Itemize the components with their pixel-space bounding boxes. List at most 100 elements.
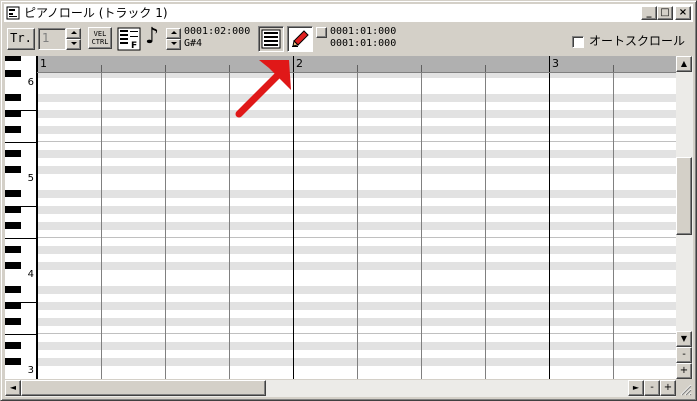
svg-text:F: F <box>131 41 137 51</box>
spin-up-icon <box>70 31 77 34</box>
auto-scroll-checkbox[interactable] <box>572 36 584 48</box>
measure-line <box>549 73 550 379</box>
vel-label: VEL <box>93 30 107 38</box>
ruler-measure-tick <box>549 56 550 72</box>
scroll-right-button[interactable]: ► <box>628 380 644 396</box>
arrow-left-icon: ◄ <box>9 383 17 392</box>
track-number-value: 1 <box>42 31 50 45</box>
beat-line <box>357 73 358 379</box>
pencil-tool-button[interactable] <box>287 26 313 52</box>
ruler-measure-label: 3 <box>552 57 559 70</box>
track-button[interactable]: Tr. <box>7 28 35 50</box>
ruler-beat-tick <box>485 65 486 72</box>
scroll-up-button[interactable]: ▲ <box>676 56 692 72</box>
close-icon: × <box>678 7 688 18</box>
black-key[interactable] <box>5 262 21 269</box>
black-key[interactable] <box>5 110 21 117</box>
keyboard-grid-icon[interactable]: F <box>117 27 141 51</box>
resize-grip-icon[interactable] <box>678 382 692 396</box>
white-key-divider <box>5 142 36 143</box>
measure-ruler[interactable]: 1 2 3 <box>37 56 676 73</box>
vertical-scroll-thumb[interactable] <box>676 157 692 235</box>
black-key[interactable] <box>5 190 21 197</box>
black-key[interactable] <box>5 302 21 309</box>
ctrl-label: CTRL <box>91 38 109 46</box>
window-title: ピアノロール (トラック 1) <box>24 6 168 20</box>
scroll-down-button[interactable]: ▼ <box>676 331 692 347</box>
ruler-measure-label: 2 <box>296 57 303 70</box>
minus-icon: - <box>682 349 686 360</box>
ruler-beat-tick <box>101 65 102 72</box>
octave-label: 4 <box>27 269 34 280</box>
black-key[interactable] <box>5 70 21 77</box>
black-key[interactable] <box>5 246 21 253</box>
horizontal-scrollbar[interactable]: ◄ ► - + <box>5 380 676 397</box>
minimize-button[interactable]: _ <box>641 6 657 20</box>
track-down-spin[interactable] <box>66 39 81 50</box>
note-up-spin[interactable] <box>166 28 181 39</box>
ruler-beat-tick <box>165 65 166 72</box>
note-grid[interactable] <box>37 73 676 379</box>
ruler-measure-label: 1 <box>40 57 47 70</box>
horizontal-scroll-thumb[interactable] <box>21 380 266 396</box>
beat-line <box>421 73 422 379</box>
track-button-label: Tr. <box>10 31 32 45</box>
black-key[interactable] <box>5 56 21 61</box>
auto-scroll-label[interactable]: オートスクロール <box>589 34 685 48</box>
list-view-icon <box>261 29 281 49</box>
vertical-scrollbar[interactable]: ▲ ▼ - + <box>676 56 693 379</box>
cursor-position-time: 0001:02:000 <box>184 26 251 37</box>
white-key-divider <box>5 334 36 335</box>
toolbar: Tr. 1 VEL CTRL F ♪ 0001:02:000 G#4 0001:… <box>4 23 693 55</box>
spin-down-icon <box>70 42 77 45</box>
cursor-position-note: G#4 <box>184 38 203 49</box>
list-view-button[interactable] <box>258 26 284 52</box>
note-down-spin[interactable] <box>166 39 181 50</box>
octave-label: 5 <box>27 173 34 184</box>
black-key[interactable] <box>5 358 21 365</box>
piano-roll-window: ピアノロール (トラック 1) _ □ × Tr. 1 VEL CTRL F ♪ <box>0 0 697 401</box>
black-key[interactable] <box>5 286 21 293</box>
black-key[interactable] <box>5 126 21 133</box>
ruler-beat-tick <box>613 65 614 72</box>
range-button[interactable] <box>316 27 327 38</box>
beat-line <box>613 73 614 379</box>
arrow-up-icon: ▲ <box>680 59 688 68</box>
note-length-icon[interactable]: ♪ <box>145 25 159 49</box>
black-key[interactable] <box>5 342 21 349</box>
arrow-down-icon: ▼ <box>680 334 688 343</box>
plus-icon: + <box>663 382 673 393</box>
piano-roll-window-icon <box>6 6 20 20</box>
black-key[interactable] <box>5 166 21 173</box>
track-number-field[interactable]: 1 <box>38 28 66 50</box>
scroll-left-button[interactable]: ◄ <box>5 380 21 396</box>
range-end: 0001:01:000 <box>330 38 397 49</box>
vertical-zoom-out-button[interactable]: - <box>676 347 692 363</box>
ruler-beat-tick <box>229 65 230 72</box>
spin-up-icon <box>170 31 177 34</box>
title-bar[interactable]: ピアノロール (トラック 1) _ □ × <box>4 4 693 22</box>
measure-line <box>37 73 38 379</box>
annotation-arrow-icon <box>235 60 291 118</box>
arrow-right-icon: ► <box>632 383 640 392</box>
beat-line <box>229 73 230 379</box>
octave-label: 3 <box>27 365 34 376</box>
maximize-button[interactable]: □ <box>657 6 673 20</box>
minus-icon: - <box>650 382 654 393</box>
black-key[interactable] <box>5 94 21 101</box>
horizontal-zoom-out-button[interactable]: - <box>644 380 660 396</box>
track-up-spin[interactable] <box>66 28 81 39</box>
beat-line <box>485 73 486 379</box>
black-key[interactable] <box>5 222 21 229</box>
velocity-control-button[interactable]: VEL CTRL <box>88 27 112 49</box>
black-key[interactable] <box>5 206 21 213</box>
close-button[interactable]: × <box>675 6 691 20</box>
spin-down-icon <box>170 42 177 45</box>
horizontal-zoom-in-button[interactable]: + <box>660 380 676 396</box>
black-key[interactable] <box>5 150 21 157</box>
vertical-zoom-in-button[interactable]: + <box>676 363 692 379</box>
piano-keyboard[interactable]: 6 5 4 3 <box>5 56 37 379</box>
minimize-icon: _ <box>646 7 652 18</box>
black-key[interactable] <box>5 318 21 325</box>
ruler-beat-tick <box>421 65 422 72</box>
